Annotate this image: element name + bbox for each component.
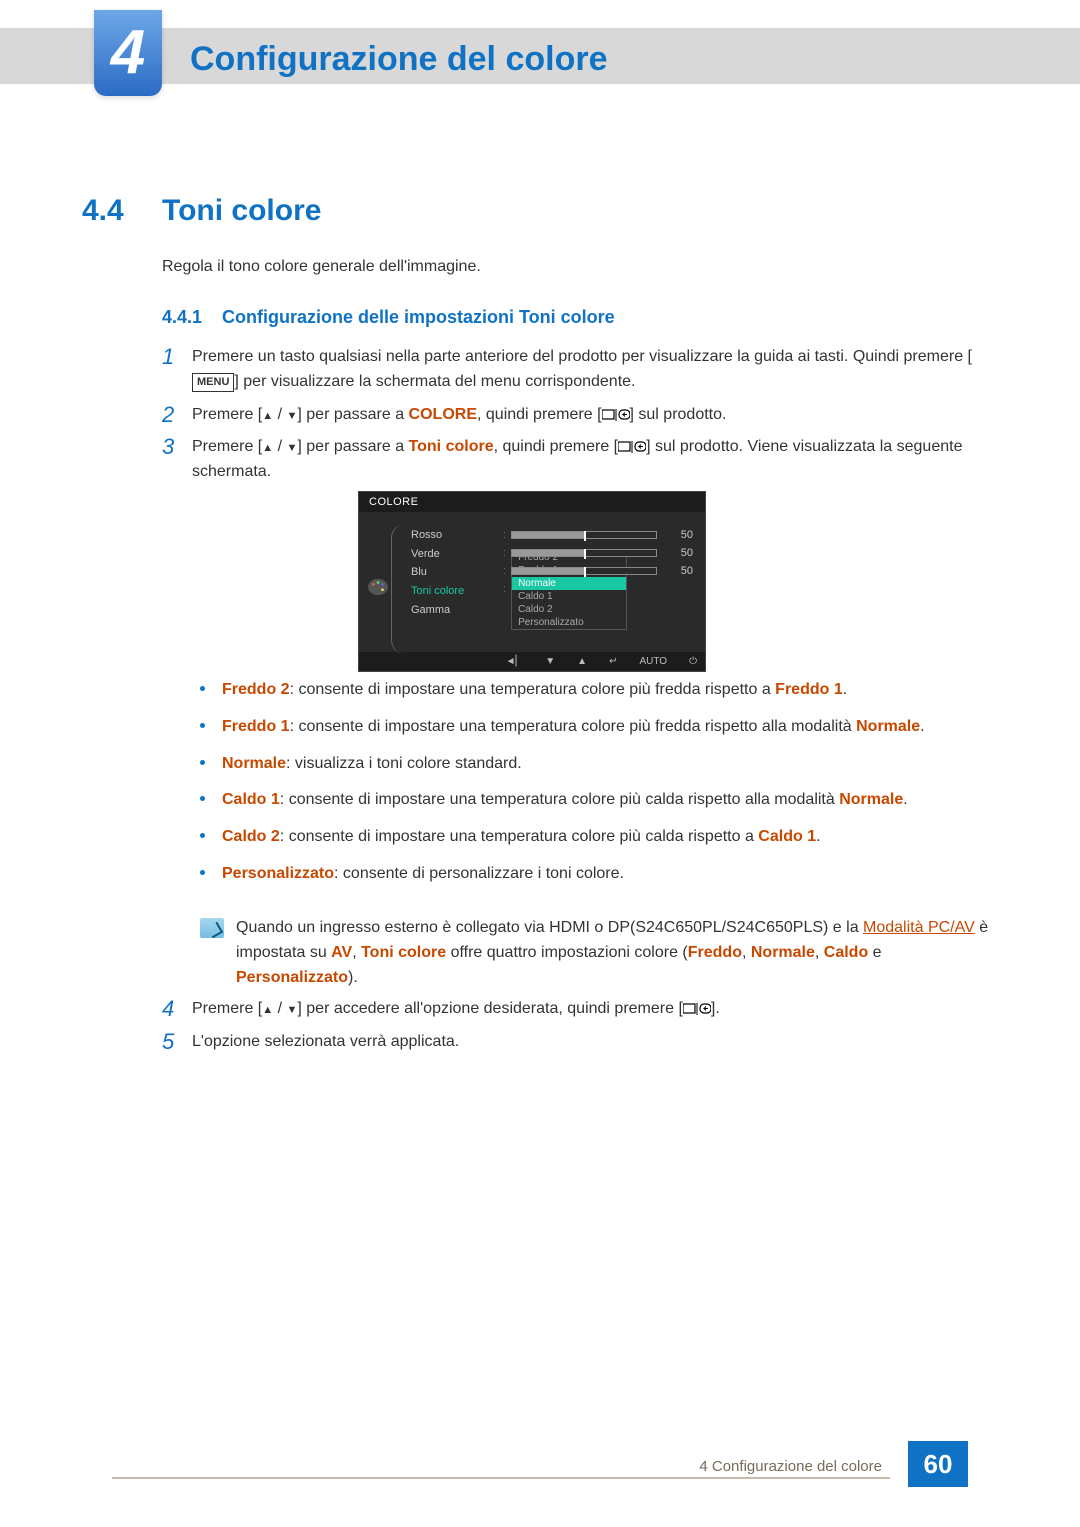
osd-curve [391, 524, 409, 654]
section-intro: Regola il tono colore generale dell'imma… [162, 258, 481, 276]
step-1: 1 Premere un tasto qualsiasi nella parte… [162, 345, 1002, 395]
auto-label: AUTO [639, 656, 667, 667]
step-number: 5 [162, 1030, 192, 1055]
section-number: 4.4 [82, 194, 124, 228]
toni-options: Freddo 2 Freddo 1 Normale Caldo 1 Caldo … [511, 550, 627, 630]
source-enter-icon [618, 438, 646, 455]
bullet-caldo2: Caldo 2: consente di impostare una tempe… [200, 825, 990, 850]
osd-label-gamma: Gamma [411, 601, 503, 620]
page-number: 60 [908, 1441, 968, 1487]
text: , quindi premere [ [477, 406, 602, 423]
step-number: 2 [162, 403, 192, 428]
step-5: 5 L'opzione selezionata verrà applicata. [162, 1030, 1002, 1055]
bullet-freddo2: Freddo 2: consente di impostare una temp… [200, 678, 990, 703]
osd-label-blu: Blu [411, 563, 503, 582]
step-number: 4 [162, 997, 192, 1022]
section-title: Toni colore [162, 194, 321, 228]
step-text: Premere un tasto qualsiasi nella parte a… [192, 345, 1002, 395]
step-text: Premere [ / ] per passare a Toni colore,… [192, 435, 1002, 485]
text: ] sul prodotto. [630, 406, 727, 423]
down-icon: ▼ [545, 656, 555, 667]
up-icon: ▲ [577, 656, 587, 667]
up-icon [262, 1000, 273, 1017]
down-icon [286, 1000, 297, 1017]
note-icon [200, 918, 224, 938]
step-text: Premere [ / ] per accedere all'opzione d… [192, 997, 1002, 1022]
step-4: 4 Premere [ / ] per accedere all'opzione… [162, 997, 1002, 1022]
steps-list: 1 Premere un tasto qualsiasi nella parte… [162, 345, 1002, 493]
enter-icon: ↵ [609, 656, 617, 667]
down-icon [286, 438, 297, 455]
osd-label-rosso: Rosso [411, 526, 503, 545]
slider-rosso: :50 [503, 526, 693, 544]
bullet-freddo1: Freddo 1: consente di impostare una temp… [200, 715, 990, 740]
osd-body: Rosso Verde Blu Toni colore Gamma :50 :5… [359, 512, 705, 652]
note-text: Quando un ingresso esterno è collegato v… [236, 916, 990, 990]
step-3: 3 Premere [ / ] per passare a Toni color… [162, 435, 1002, 485]
opt-normale: Normale [512, 577, 626, 590]
osd-title: COLORE [359, 492, 705, 512]
osd-label-verde: Verde [411, 545, 503, 564]
opt-caldo2: Caldo 2 [512, 603, 626, 616]
up-icon [262, 406, 273, 423]
subsection-number: 4.4.1 [162, 307, 202, 328]
osd-footer: ◄▏ ▼ ▲ ↵ AUTO ⏻ [359, 652, 705, 671]
highlight: Toni colore [409, 438, 494, 455]
page-footer: 4 Configurazione del colore 60 [0, 1459, 1080, 1491]
osd-label-toni: Toni colore [411, 582, 503, 601]
bullet-personalizzato: Personalizzato: consente di personalizza… [200, 862, 990, 887]
step-number: 1 [162, 345, 192, 395]
opt-caldo1: Caldo 1 [512, 590, 626, 603]
osd-values: :50 :50 :50 : Freddo 2 Freddo 1 Normale … [503, 526, 693, 642]
bullet-normale: Normale: visualizza i toni colore standa… [200, 752, 990, 777]
steps-list-2: 4 Premere [ / ] per accedere all'opzione… [162, 997, 1002, 1063]
chapter-number: 4 [111, 22, 145, 84]
step-number: 3 [162, 435, 192, 485]
step-2: 2 Premere [ / ] per passare a COLORE, qu… [162, 403, 1002, 428]
bullet-list: Freddo 2: consente di impostare una temp… [200, 678, 990, 899]
text: Premere [ [192, 438, 262, 455]
menu-keycap: MENU [192, 373, 234, 392]
power-icon: ⏻ [689, 656, 697, 667]
text: Premere [ [192, 406, 262, 423]
text: ] per passare a [297, 438, 408, 455]
step-text: L'opzione selezionata verrà applicata. [192, 1030, 1002, 1055]
toni-row: : Freddo 2 Freddo 1 Normale Caldo 1 Cald… [503, 580, 693, 598]
note: Quando un ingresso esterno è collegato v… [200, 916, 990, 990]
chapter-badge: 4 [94, 10, 162, 96]
osd-screenshot: COLORE Rosso Verde Blu Toni colore Gamma… [358, 491, 706, 672]
text: ] per passare a [297, 406, 408, 423]
footer-chapter-label: 4 Configurazione del colore [699, 1458, 882, 1475]
back-icon: ◄▏ [506, 656, 524, 667]
text: Premere un tasto qualsiasi nella parte a… [192, 348, 972, 365]
source-enter-icon [602, 406, 630, 423]
chapter-title: Configurazione del colore [190, 40, 607, 79]
up-icon [262, 438, 273, 455]
opt-personalizzato: Personalizzato [512, 616, 626, 629]
bullet-caldo1: Caldo 1: consente di impostare una tempe… [200, 788, 990, 813]
step-text: Premere [ / ] per passare a COLORE, quin… [192, 403, 1002, 428]
down-icon [286, 406, 297, 423]
palette-icon [367, 578, 389, 596]
osd-labels: Rosso Verde Blu Toni colore Gamma [411, 526, 503, 642]
text: , quindi premere [ [494, 438, 619, 455]
highlight: COLORE [409, 406, 477, 423]
subsection-title: Configurazione delle impostazioni Toni c… [222, 307, 615, 328]
source-enter-icon [683, 1000, 711, 1017]
link-modalita-pcav[interactable]: Modalità PC/AV [863, 919, 975, 936]
footer-rule [112, 1477, 890, 1479]
text: ] per visualizzare la schermata del menu… [234, 373, 635, 390]
